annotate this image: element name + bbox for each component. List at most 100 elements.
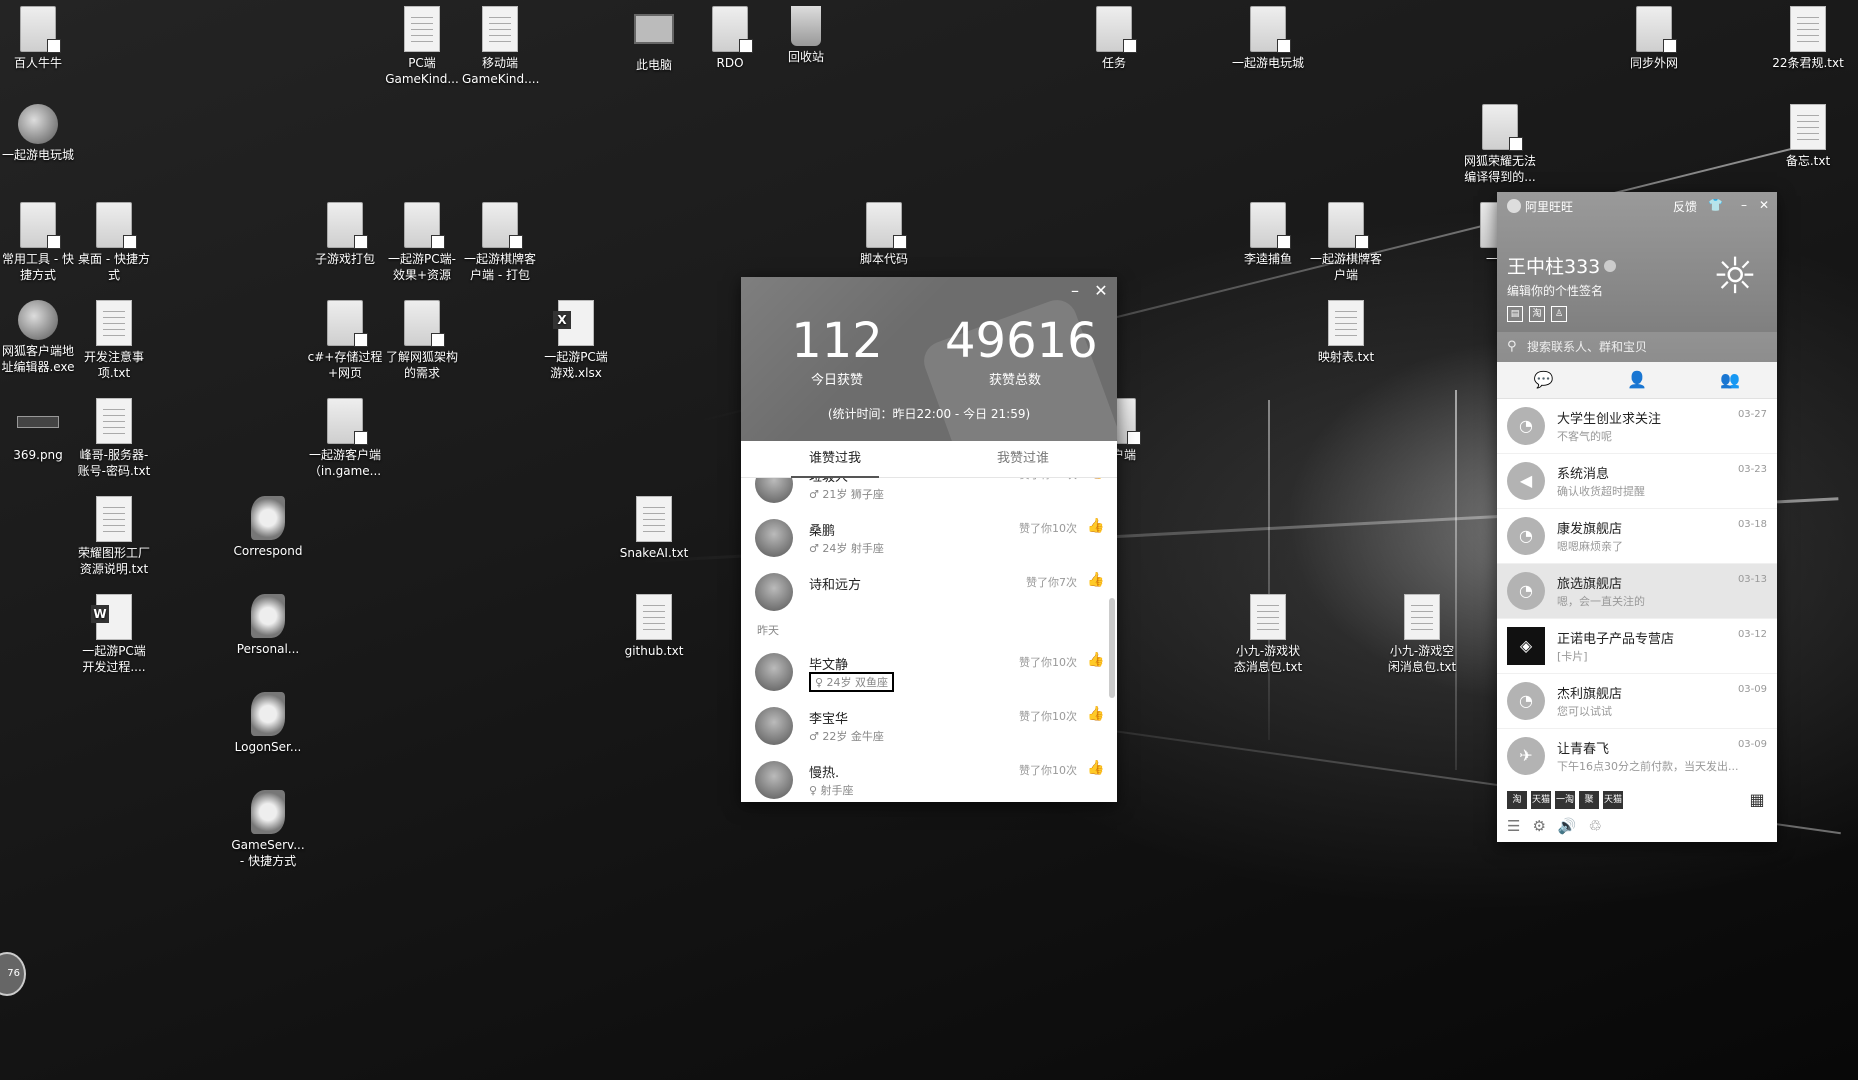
- desktop-icon[interactable]: 脚本代码: [846, 202, 922, 267]
- desktop-icon[interactable]: 一起游客户端 （in.game...: [307, 398, 383, 479]
- thumb-up-icon[interactable]: 👍: [1087, 652, 1104, 668]
- thumb-up-icon[interactable]: 👍: [1087, 760, 1104, 776]
- ww-close-button[interactable]: ✕: [1759, 198, 1769, 212]
- contact-item[interactable]: ◔ 大学生创业求关注 不客气的呢 03-27: [1497, 399, 1777, 454]
- avatar[interactable]: [755, 707, 793, 745]
- desktop-icon[interactable]: 一起游电玩城: [0, 104, 76, 163]
- tab-who-i-liked[interactable]: 我赞过谁: [929, 441, 1117, 477]
- signature-field[interactable]: 编辑你的个性签名: [1507, 282, 1603, 299]
- app-grid-icon[interactable]: ▦: [1747, 791, 1767, 809]
- desktop-icon[interactable]: 22条君规.txt: [1770, 6, 1846, 71]
- like-row[interactable]: 桑鹏 ♂ 24岁 射手座 赞了你10次 👍: [741, 510, 1117, 564]
- desktop-icon[interactable]: github.txt: [616, 594, 692, 659]
- settings-icon[interactable]: ⚙: [1532, 817, 1545, 835]
- skin-icon[interactable]: 👕: [1708, 198, 1723, 212]
- desktop-icon[interactable]: 了解网狐架构 的需求: [384, 300, 460, 381]
- desktop-icon[interactable]: 小九-游戏状 态消息包.txt: [1230, 594, 1306, 675]
- desktop-icon[interactable]: 一起游PC端- 效果+资源: [384, 202, 460, 283]
- floating-ball-badge[interactable]: 76: [0, 952, 26, 996]
- desktop-icon[interactable]: 回收站: [768, 6, 844, 65]
- contact-item[interactable]: ◔ 康发旗舰店 嗯嗯麻烦亲了 03-18: [1497, 509, 1777, 564]
- close-button[interactable]: ✕: [1091, 281, 1111, 301]
- tmall-app-icon[interactable]: 天猫: [1531, 791, 1551, 809]
- level-icon[interactable]: ♙: [1551, 306, 1567, 322]
- like-row[interactable]: 诗和远方 赞了你7次 👍: [741, 564, 1117, 618]
- desktop-icon[interactable]: 369.png: [0, 398, 76, 463]
- desktop-icon[interactable]: 常用工具 - 快 捷方式: [0, 202, 76, 283]
- thumb-up-icon[interactable]: 👍: [1087, 478, 1104, 480]
- tab-groups-icon[interactable]: 👥: [1684, 362, 1777, 398]
- tab-contacts-icon[interactable]: 👤: [1590, 362, 1683, 398]
- desktop-icon[interactable]: 此电脑: [616, 6, 692, 73]
- card-icon[interactable]: ▤: [1507, 306, 1523, 322]
- desktop-icon[interactable]: 李逵捕鱼: [1230, 202, 1306, 267]
- desktop-icon[interactable]: 一起游PC端 游戏.xlsx: [538, 300, 614, 381]
- desktop-icon[interactable]: RDO: [692, 6, 768, 71]
- desktop-icon[interactable]: GameServ... - 快捷方式: [230, 790, 306, 869]
- desktop-icon[interactable]: 开发注意事 项.txt: [76, 300, 152, 381]
- desktop-icon[interactable]: 网狐客户端地 址编辑器.exe: [0, 300, 76, 375]
- like-row[interactable]: 垃圾人 ♂ 21岁 狮子座 赞了你10次 👍: [741, 478, 1117, 510]
- add-contact-icon[interactable]: ♲: [1589, 817, 1602, 835]
- tab-recent-chats-icon[interactable]: 💬: [1497, 362, 1590, 398]
- desktop-icon-label: 一起游PC端 游戏.xlsx: [544, 350, 608, 380]
- contact-item[interactable]: ✈ 让青春飞 下午16点30分之前付款，当天发出... 03-09: [1497, 729, 1777, 781]
- desktop-icon[interactable]: 移动端 GameKind....: [462, 6, 539, 87]
- like-row[interactable]: 毕文静 ♀ 24岁 双鱼座 赞了你10次 👍: [741, 644, 1117, 698]
- desktop-icon[interactable]: Personal...: [230, 594, 306, 657]
- menu-icon[interactable]: ☰: [1507, 817, 1520, 835]
- contact-item[interactable]: ◈ 正诺电子产品专营店 [卡片] 03-12: [1497, 619, 1777, 674]
- desktop-icon[interactable]: 一起游棋牌客 户端: [1308, 202, 1384, 283]
- weather-sun-icon[interactable]: ☼: [1707, 248, 1763, 304]
- avatar[interactable]: [755, 573, 793, 611]
- desktop-icon[interactable]: 一起游棋牌客 户端 - 打包: [462, 202, 538, 283]
- desktop-icon[interactable]: PC端 GameKind...: [384, 6, 460, 87]
- desktop-icon[interactable]: 一起游电玩城: [1230, 6, 1306, 71]
- thumb-up-icon[interactable]: 👍: [1087, 706, 1104, 722]
- contact-item[interactable]: ◔ 旅选旗舰店 嗯，会一直关注的 03-13: [1497, 564, 1777, 619]
- sound-icon[interactable]: 🔊: [1558, 817, 1577, 835]
- desktop-icon[interactable]: 任务: [1076, 6, 1152, 71]
- tmall-supermarket-app-icon[interactable]: 天猫超市: [1603, 791, 1623, 823]
- avatar[interactable]: [755, 519, 793, 557]
- desktop-icon[interactable]: 一起游PC端 开发过程....: [76, 594, 152, 675]
- ww-minimize-button[interactable]: –: [1741, 198, 1747, 212]
- desktop-icon[interactable]: 峰哥-服务器- 账号-密码.txt: [76, 398, 152, 479]
- desktop-icon[interactable]: c#+存储过程 +网页: [307, 300, 383, 381]
- desktop-icon[interactable]: 小九-游戏空 闲消息包.txt: [1384, 594, 1460, 675]
- contact-avatar: ◔: [1507, 682, 1545, 720]
- avatar[interactable]: [755, 478, 793, 503]
- ww-contact-list[interactable]: ◔ 大学生创业求关注 不客气的呢 03-27 ◀ 系统消息 确认收货超时提醒 03-23 ◔ 康发…: [1497, 399, 1777, 781]
- like-row[interactable]: 李宝华 ♂ 22岁 金牛座 赞了你10次 👍: [741, 698, 1117, 752]
- taobao-app-icon[interactable]: 淘: [1507, 791, 1527, 809]
- desktop-icon[interactable]: 网狐荣耀无法 编译得到的...: [1462, 104, 1538, 185]
- like-row[interactable]: 慢热. ♀ 射手座 赞了你10次 👍: [741, 752, 1117, 803]
- desktop-icon[interactable]: Correspond: [230, 496, 306, 559]
- avatar[interactable]: [755, 653, 793, 691]
- thumb-up-icon[interactable]: 👍: [1087, 572, 1104, 588]
- tab-who-liked-me[interactable]: 谁赞过我: [741, 441, 929, 478]
- desktop-icon[interactable]: 荣耀图形工厂 资源说明.txt: [76, 496, 152, 577]
- ww-search-input[interactable]: ⚲ 搜索联系人、群和宝贝: [1497, 332, 1777, 362]
- desktop-icon[interactable]: LogonSer...: [230, 692, 306, 755]
- search-icon: ⚲: [1507, 339, 1517, 354]
- thumb-up-icon[interactable]: 👍: [1087, 518, 1104, 534]
- desktop-icon[interactable]: 子游戏打包: [307, 202, 383, 267]
- desktop-icon[interactable]: SnakeAI.txt: [616, 496, 692, 561]
- etao-app-icon[interactable]: 一淘: [1555, 791, 1575, 809]
- feedback-button[interactable]: 反馈: [1673, 198, 1697, 215]
- contact-item[interactable]: ◔ 杰利旗舰店 您可以试试 03-09: [1497, 674, 1777, 729]
- taobao-icon[interactable]: 淘: [1529, 306, 1545, 322]
- contact-item[interactable]: ◀ 系统消息 确认收货超时提醒 03-23: [1497, 454, 1777, 509]
- like-list[interactable]: 垃圾人♂ 21岁 狮子座赞了你10次👍桑鹏♂ 24岁 射手座赞了你10次👍诗和远…: [741, 478, 1117, 803]
- avatar[interactable]: [755, 761, 793, 799]
- desktop-icon[interactable]: 备忘.txt: [1770, 104, 1846, 169]
- desktop-icon[interactable]: 同步外网: [1616, 6, 1692, 71]
- ww-username[interactable]: 王中柱333: [1507, 252, 1617, 279]
- desktop-icon[interactable]: 百人牛牛: [0, 6, 76, 71]
- minimize-button[interactable]: –: [1065, 281, 1085, 301]
- juhuasuan-app-icon[interactable]: 聚: [1579, 791, 1599, 809]
- like-list-scrollbar[interactable]: [1109, 598, 1115, 698]
- desktop-icon[interactable]: 映射表.txt: [1308, 300, 1384, 365]
- desktop-icon[interactable]: 桌面 - 快捷方 式: [76, 202, 152, 283]
